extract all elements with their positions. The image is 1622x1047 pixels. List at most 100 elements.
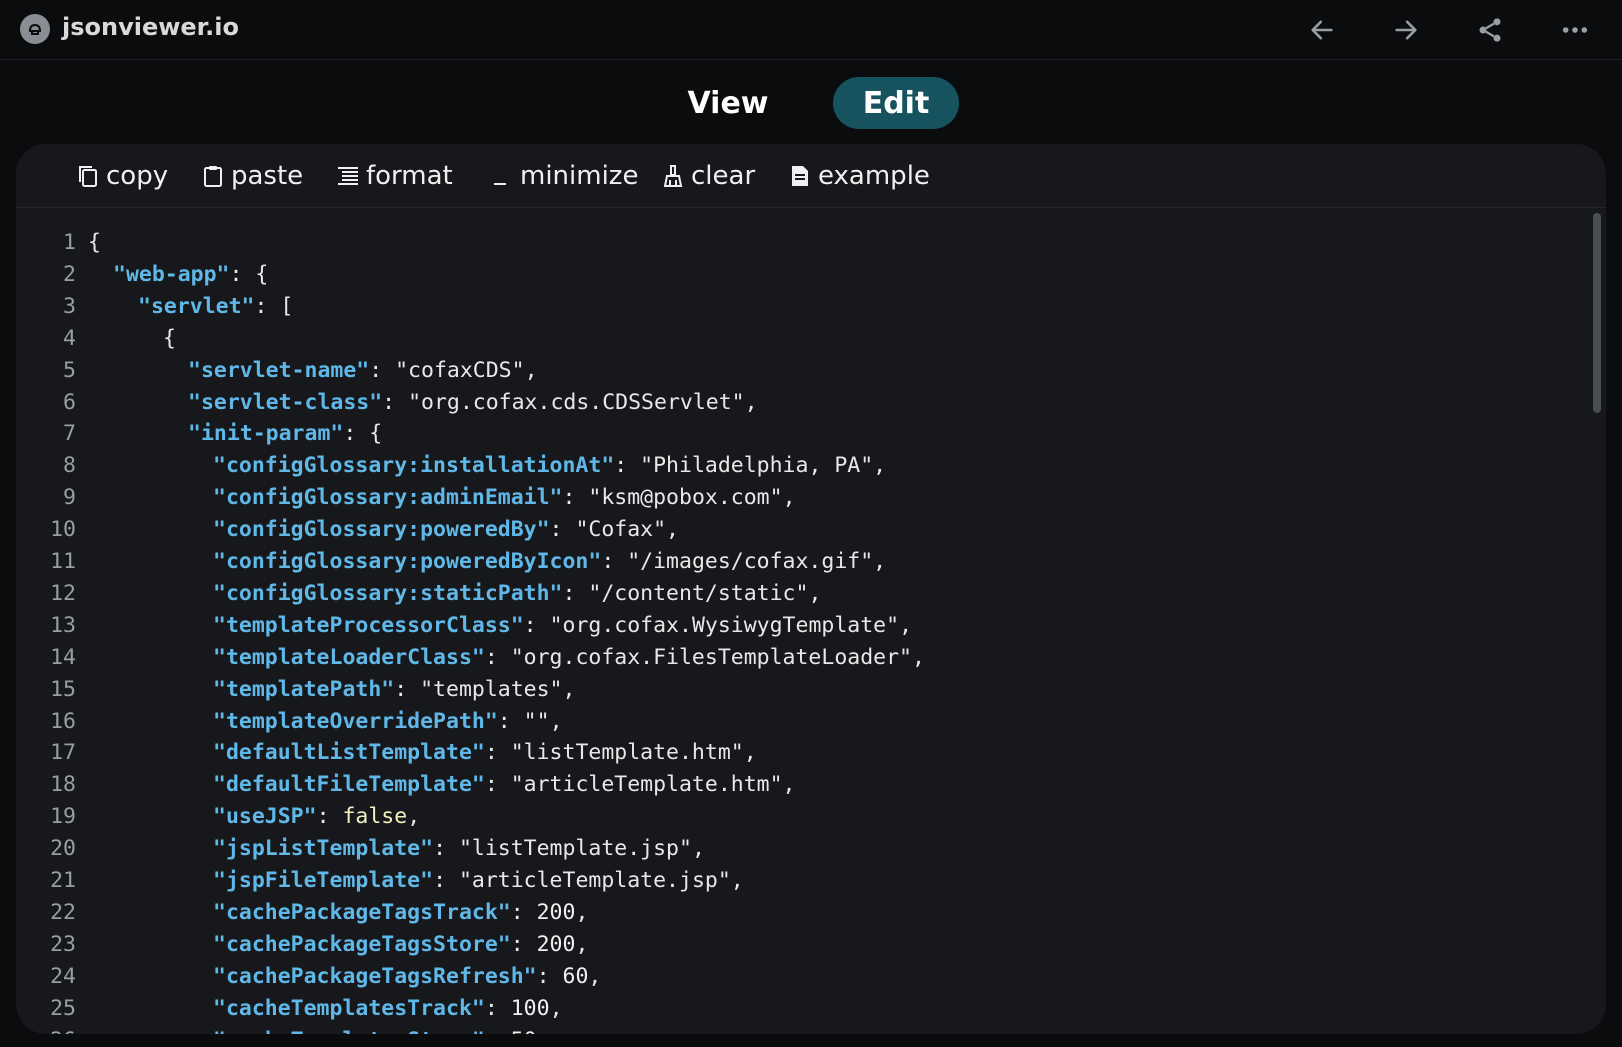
more-horizontal-icon [1562, 27, 1588, 33]
code-line[interactable]: 8 "configGlossary:installationAt": "Phila… [16, 450, 1576, 482]
code-line[interactable]: 18 "defaultFileTemplate": "articleTemplat… [16, 769, 1576, 801]
arrow-right-icon [1395, 20, 1417, 40]
code-text: "configGlossary:adminEmail": "ksm@pobox.… [213, 482, 796, 514]
tab-view[interactable]: View [668, 77, 788, 129]
json-key: "init-param" [188, 421, 344, 447]
json-string: "cofaxCDS" [395, 357, 525, 383]
code-line[interactable]: 6 "servlet-class": "org.cofax.cds.CDSServ… [16, 387, 1576, 419]
json-number: 50 [511, 1028, 537, 1035]
code-line[interactable]: 10 "configGlossary:poweredBy": "Cofax", [16, 514, 1576, 546]
json-punctuation: , [873, 453, 887, 479]
example-button[interactable]: example [788, 158, 930, 194]
code-text: "servlet": [ [138, 291, 293, 323]
json-punctuation: , [691, 836, 705, 862]
json-punctuation: { [88, 230, 101, 255]
code-line[interactable]: 7 "init-param": { [16, 418, 1576, 450]
code-line[interactable]: 26 "cacheTemplatesStore": 50, [16, 1025, 1576, 1035]
json-punctuation: , [782, 485, 796, 511]
code-line[interactable]: 1{ [16, 227, 1576, 259]
json-key: "servlet-name" [188, 357, 370, 383]
json-number: 60 [562, 963, 589, 989]
editor-panel: copy paste format minimize clear example… [16, 144, 1606, 1034]
line-number: 25 [50, 995, 76, 1021]
json-key: "cachePackageTagsStore" [213, 931, 511, 957]
code-text: "servlet-name": "cofaxCDS", [188, 355, 538, 387]
json-string: "articleTemplate.htm" [510, 772, 783, 798]
json-key: "defaultListTemplate" [213, 740, 485, 766]
code-line[interactable]: 14 "templateLoaderClass": "org.cofax.File… [16, 642, 1576, 674]
code-line[interactable]: 25 "cacheTemplatesTrack": 100, [16, 993, 1576, 1025]
json-key: "configGlossary:poweredByIcon" [213, 549, 602, 574]
json-key: "configGlossary:poweredBy" [213, 517, 550, 543]
code-line[interactable]: 15 "templatePath": "templates", [16, 674, 1576, 706]
json-punctuation: : [536, 963, 563, 989]
back-button[interactable] [1302, 10, 1342, 50]
json-key: "jspListTemplate" [213, 836, 434, 862]
code-line[interactable]: 17 "defaultListTemplate": "listTemplate.h… [16, 737, 1576, 769]
json-key: "configGlossary:installationAt" [213, 453, 615, 479]
json-key: "cacheTemplatesTrack" [213, 995, 485, 1021]
copy-button[interactable]: copy [76, 158, 168, 194]
code-text: "configGlossary:installationAt": "Philad… [213, 450, 886, 482]
json-punctuation: : [510, 899, 537, 925]
line-number: 26 [16, 1025, 76, 1035]
json-string: "listTemplate.jsp" [458, 836, 692, 862]
code-line[interactable]: 20 "jspListTemplate": "listTemplate.jsp", [16, 833, 1576, 865]
code-text: "templateOverridePath": "", [213, 706, 563, 738]
code-line[interactable]: 22 "cachePackageTagsTrack": 200, [16, 897, 1576, 929]
forward-button[interactable] [1386, 10, 1426, 50]
format-button[interactable]: format [336, 158, 453, 194]
code-editor[interactable]: 1{2 "web-app": {3 "servlet": [4{5 "servlet-… [16, 209, 1590, 1034]
json-key: "templateOverridePath" [213, 708, 498, 734]
code-line[interactable]: 5 "servlet-name": "cofaxCDS", [16, 355, 1576, 387]
line-number: 10 [50, 517, 76, 543]
code-text: "init-param": { [188, 418, 382, 450]
line-number: 24 [50, 963, 76, 989]
code-line[interactable]: 12 "configGlossary:staticPath": "/content… [16, 578, 1576, 610]
share-button[interactable] [1470, 10, 1510, 50]
chef-hat-logo-icon [20, 14, 50, 44]
code-line[interactable]: 19 "useJSP": false, [16, 801, 1576, 833]
code-text: "cacheTemplatesTrack": 100, [213, 993, 563, 1025]
json-number: 100 [510, 995, 550, 1021]
code-line[interactable]: 13 "templateProcessorClass": "org.cofax.W… [16, 610, 1576, 642]
json-string: "/images/cofax.gif" [627, 549, 874, 574]
code-line[interactable]: 23 "cachePackageTagsStore": 200, [16, 929, 1576, 961]
paste-button[interactable]: paste [201, 158, 303, 194]
code-line[interactable]: 4{ [16, 323, 1576, 355]
json-punctuation: : [484, 772, 511, 798]
json-number: 200 [536, 931, 576, 957]
code-line[interactable]: 21 "jspFileTemplate": "articleTemplate.js… [16, 865, 1576, 897]
code-line[interactable]: 16 "templateOverridePath": "", [16, 706, 1576, 738]
code-line[interactable]: 24 "cachePackageTagsRefresh": 60, [16, 961, 1576, 993]
broom-icon [663, 165, 683, 187]
json-punctuation: : { [343, 421, 383, 447]
code-line[interactable]: 9 "configGlossary:adminEmail": "ksm@pobox… [16, 482, 1576, 514]
app-title: jsonviewer.io [62, 13, 239, 41]
copy-label: copy [106, 161, 169, 191]
minimize-button[interactable]: minimize [490, 158, 638, 194]
code-line[interactable]: 11 "configGlossary:poweredByIcon": "/imag… [16, 546, 1576, 578]
clear-button[interactable]: clear [661, 158, 755, 194]
code-line[interactable]: 2 "web-app": { [16, 259, 1576, 291]
mode-tabs: View Edit [0, 77, 1622, 129]
format-lines-icon [338, 167, 358, 185]
minimize-label: minimize [520, 161, 639, 191]
json-key: "cachePackageTagsTrack" [213, 899, 511, 925]
json-punctuation: : [497, 708, 524, 734]
tab-edit[interactable]: Edit [833, 77, 959, 129]
json-string: "org.cofax.FilesTemplateLoader" [510, 644, 912, 670]
json-punctuation: , [730, 868, 744, 893]
json-punctuation: , [873, 549, 887, 574]
more-button[interactable] [1555, 10, 1595, 50]
code-text: "cachePackageTagsTrack": 200, [213, 897, 588, 929]
code-line[interactable]: 3 "servlet": [ [16, 291, 1576, 323]
json-key: "cachePackageTagsRefresh" [213, 963, 537, 989]
json-string: "org.cofax.WysiwygTemplate" [549, 612, 900, 638]
line-number: 21 [50, 868, 76, 893]
code-text: "cachePackageTagsStore": 200, [213, 929, 588, 961]
scrollbar-thumb[interactable] [1593, 213, 1601, 413]
json-punctuation: , [588, 963, 602, 989]
line-number: 22 [50, 899, 76, 925]
editor-scrollbar[interactable] [1590, 209, 1606, 1034]
